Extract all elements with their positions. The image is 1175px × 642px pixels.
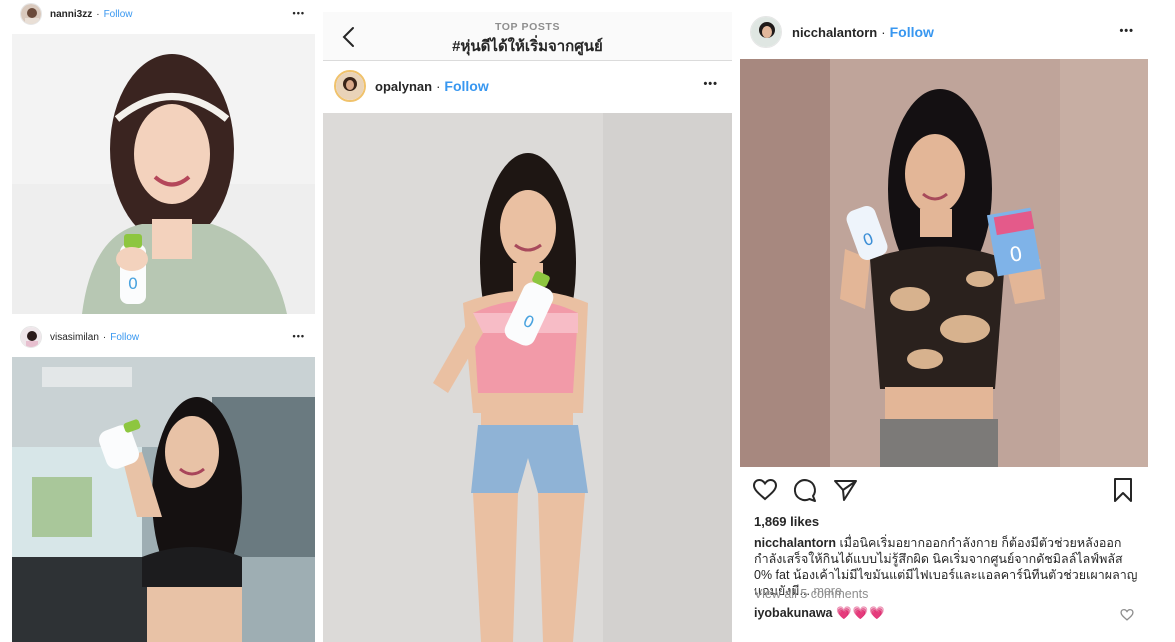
post-header-visasimilan: visasimilan · Follow ••• bbox=[12, 326, 315, 348]
username[interactable]: visasimilan bbox=[50, 332, 99, 343]
post-detail-panel: nicchalantorn · Follow ••• 0 0 1,869 lik… bbox=[740, 0, 1148, 642]
top-posts-label: TOP POSTS bbox=[494, 21, 561, 33]
more-options-icon[interactable]: ••• bbox=[703, 78, 718, 90]
separator-dot: · bbox=[436, 78, 441, 94]
more-options-icon[interactable]: ••• bbox=[1119, 25, 1134, 37]
follow-button[interactable]: Follow bbox=[890, 24, 934, 40]
username[interactable]: nicchalantorn bbox=[792, 25, 877, 40]
bookmark-save-icon[interactable] bbox=[1110, 477, 1136, 503]
post-photo[interactable]: 0 bbox=[12, 34, 315, 314]
avatar[interactable] bbox=[20, 326, 42, 348]
follow-button[interactable]: Follow bbox=[104, 9, 133, 20]
post-photo[interactable]: 0 0 bbox=[740, 59, 1148, 467]
comment-text: 💗💗💗 bbox=[835, 606, 886, 620]
avatar[interactable] bbox=[20, 3, 42, 25]
view-all-comments-link[interactable]: View all 5 comments bbox=[754, 587, 868, 601]
likes-count[interactable]: 1,869 likes bbox=[754, 514, 819, 529]
comment-row: iyobakunawa 💗💗💗 bbox=[754, 606, 886, 621]
post-header-nicchalantorn: nicchalantorn · Follow ••• bbox=[740, 16, 1148, 48]
separator-dot: · bbox=[96, 8, 100, 20]
caption-username[interactable]: nicchalantorn bbox=[754, 536, 836, 550]
comment-like-heart-icon[interactable] bbox=[1120, 608, 1134, 622]
more-options-icon[interactable]: ••• bbox=[293, 8, 305, 18]
like-heart-icon[interactable] bbox=[752, 477, 778, 503]
post-header-nanni3zz: nanni3zz · Follow ••• bbox=[12, 3, 315, 25]
hashtag-title: #หุ่นดีได้ให้เริ่มจากศูนย์ bbox=[452, 38, 603, 55]
avatar[interactable] bbox=[334, 70, 366, 102]
username[interactable]: nanni3zz bbox=[50, 9, 92, 20]
follow-button[interactable]: Follow bbox=[444, 78, 488, 94]
post-actions bbox=[740, 477, 1148, 507]
hashtag-top-post-panel: TOP POSTS #หุ่นดีได้ให้เริ่มจากศูนย์ opa… bbox=[323, 12, 732, 642]
top-bar: TOP POSTS #หุ่นดีได้ให้เริ่มจากศูนย์ bbox=[323, 12, 732, 61]
comment-username[interactable]: iyobakunawa bbox=[754, 606, 833, 620]
post-photo[interactable] bbox=[12, 357, 315, 642]
comment-icon[interactable] bbox=[792, 477, 818, 503]
separator-dot: · bbox=[881, 24, 886, 40]
post-header-opalynan: opalynan · Follow ••• bbox=[323, 70, 732, 102]
post-photo[interactable]: 0 bbox=[323, 113, 732, 642]
separator-dot: · bbox=[102, 331, 107, 343]
more-options-icon[interactable]: ••• bbox=[293, 331, 305, 341]
left-feed-column: nanni3zz · Follow ••• 0 visasimilan · Fo… bbox=[12, 0, 315, 642]
avatar[interactable] bbox=[750, 16, 782, 48]
follow-button[interactable]: Follow bbox=[110, 332, 139, 343]
username[interactable]: opalynan bbox=[375, 79, 432, 94]
svg-text:0: 0 bbox=[128, 274, 138, 293]
share-send-icon[interactable] bbox=[832, 477, 858, 503]
